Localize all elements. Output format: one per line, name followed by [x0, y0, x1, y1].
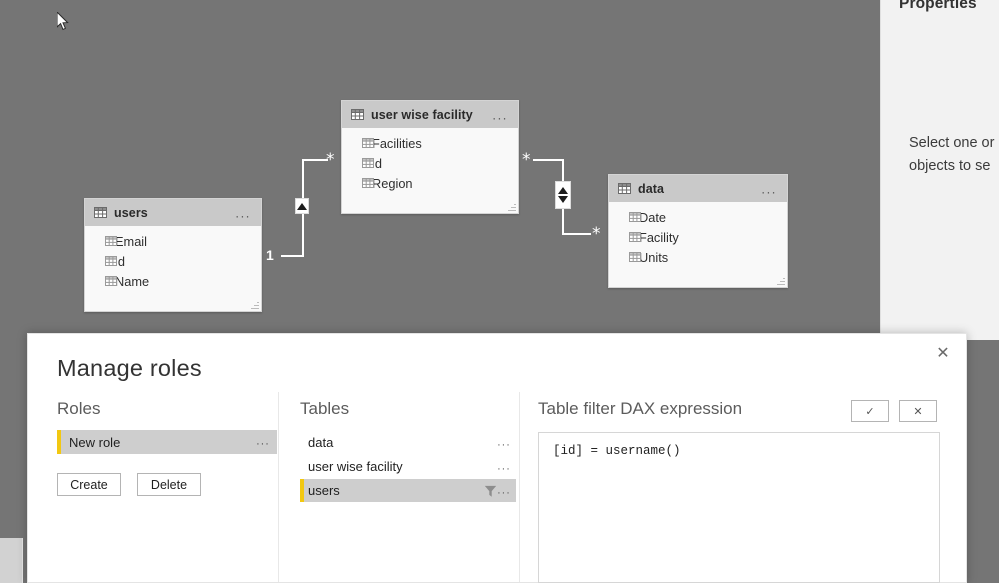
- table-card-menu-icon[interactable]: ...: [235, 206, 251, 219]
- properties-empty-state: Select one or objects to se: [909, 132, 994, 178]
- field-row[interactable]: Email: [85, 231, 261, 251]
- cardinality-many-marker: *: [592, 224, 601, 244]
- arrow-up-icon: [297, 202, 307, 210]
- table-card-header[interactable]: users ...: [85, 199, 261, 226]
- column-grid-icon: [352, 178, 374, 188]
- properties-pane: Properties Select one or objects to se: [880, 0, 999, 340]
- cross-filter-direction-both-icon[interactable]: [555, 181, 571, 209]
- table-card-title: user wise facility: [371, 107, 473, 122]
- roles-column-heading: Roles: [57, 399, 101, 418]
- filter-funnel-icon: [484, 484, 497, 497]
- field-label: Email: [115, 233, 147, 249]
- cardinality-many-marker: *: [522, 150, 531, 170]
- arrow-down-icon: [558, 196, 568, 203]
- dax-expression-editor[interactable]: [id] = username(): [538, 432, 940, 583]
- table-list-item-data[interactable]: data ...: [300, 431, 516, 454]
- column-grid-icon: [352, 158, 374, 168]
- table-list-item-user-wise-facility[interactable]: user wise facility ...: [300, 455, 516, 478]
- column-grid-icon: [619, 252, 641, 262]
- table-item-label: data: [308, 435, 334, 450]
- arrow-up-icon: [558, 187, 568, 194]
- field-label: Facilities: [372, 135, 422, 151]
- dialog-title: Manage roles: [57, 355, 202, 381]
- resize-grip-icon[interactable]: [251, 301, 259, 309]
- column-grid-icon: [95, 256, 117, 266]
- column-grid-icon: [619, 212, 641, 222]
- table-card-header[interactable]: user wise facility ...: [342, 101, 518, 128]
- table-card-user-wise-facility[interactable]: user wise facility ... Facilities id Reg…: [341, 100, 519, 214]
- resize-grip-icon[interactable]: [777, 277, 785, 285]
- tables-dax-divider: [519, 392, 520, 582]
- table-card-fields: Facilities id Region: [342, 128, 518, 201]
- rel-segment: [533, 159, 564, 161]
- field-label: Date: [639, 209, 667, 225]
- table-item-menu-icon[interactable]: ...: [497, 437, 511, 448]
- rel-segment: [281, 255, 304, 257]
- table-grid-icon: [94, 207, 107, 218]
- rel-segment: [562, 233, 591, 235]
- table-item-menu-icon[interactable]: ...: [497, 461, 511, 472]
- horizontal-scrollbar[interactable]: [0, 538, 22, 583]
- role-item-menu-icon[interactable]: ...: [256, 436, 270, 448]
- table-item-label: user wise facility: [308, 459, 403, 474]
- field-label: Name: [115, 273, 150, 289]
- table-item-menu-icon[interactable]: ...: [497, 485, 511, 496]
- properties-empty-line-2: objects to se: [909, 158, 991, 174]
- field-row[interactable]: Facilities: [342, 133, 518, 153]
- dax-expression-text: [id] = username(): [553, 444, 681, 458]
- table-item-label: users: [308, 483, 340, 498]
- field-row[interactable]: Region: [342, 173, 518, 193]
- table-card-menu-icon[interactable]: ...: [492, 108, 508, 121]
- field-row[interactable]: id: [342, 153, 518, 173]
- table-grid-icon: [618, 183, 631, 194]
- table-card-fields: Email id Name: [85, 226, 261, 299]
- dax-action-buttons: ✓ ✕: [851, 400, 937, 422]
- roles-tables-divider: [278, 392, 279, 582]
- table-card-fields: Date Facility Units: [609, 202, 787, 275]
- dax-accept-button[interactable]: ✓: [851, 400, 889, 422]
- field-label: Region: [372, 175, 413, 191]
- field-label: Units: [639, 249, 669, 265]
- column-grid-icon: [95, 236, 117, 246]
- rel-segment: [302, 159, 328, 161]
- dax-cancel-button[interactable]: ✕: [899, 400, 937, 422]
- table-list-item-users[interactable]: users ...: [300, 479, 516, 502]
- field-row[interactable]: Name: [85, 271, 261, 291]
- cardinality-many-marker: *: [326, 150, 335, 170]
- mouse-cursor: [56, 10, 71, 32]
- role-item-label: New role: [69, 434, 121, 450]
- field-row[interactable]: id: [85, 251, 261, 271]
- column-grid-icon: [95, 276, 117, 286]
- roles-button-row: Create Delete: [57, 473, 201, 496]
- table-card-menu-icon[interactable]: ...: [761, 182, 777, 195]
- delete-role-button[interactable]: Delete: [137, 473, 201, 496]
- scrollbar-divider: [22, 538, 23, 583]
- table-card-header[interactable]: data ...: [609, 175, 787, 202]
- table-card-data[interactable]: data ... Date Facility Units: [608, 174, 788, 288]
- resize-grip-icon[interactable]: [508, 203, 516, 211]
- column-grid-icon: [352, 138, 374, 148]
- dax-column-heading: Table filter DAX expression: [538, 399, 743, 418]
- column-grid-icon: [619, 232, 641, 242]
- field-row[interactable]: Date: [609, 207, 787, 227]
- field-row[interactable]: Facility: [609, 227, 787, 247]
- properties-empty-line-1: Select one or: [909, 135, 995, 151]
- table-card-users[interactable]: users ... Email id Name: [84, 198, 262, 312]
- table-grid-icon: [351, 109, 364, 120]
- field-label: Facility: [639, 229, 679, 245]
- close-icon[interactable]: ✕: [928, 338, 958, 366]
- create-role-button[interactable]: Create: [57, 473, 121, 496]
- field-row[interactable]: Units: [609, 247, 787, 267]
- table-card-title: data: [638, 181, 665, 196]
- cross-filter-direction-single-icon[interactable]: [295, 198, 309, 214]
- cardinality-one-marker: 1: [266, 247, 274, 263]
- properties-pane-title: Properties: [899, 0, 977, 12]
- role-list-item-new-role[interactable]: New role ...: [57, 430, 277, 454]
- power-bi-model-view: * 1 * * users ... Email id Name user wis…: [0, 0, 999, 583]
- tables-column-heading: Tables: [300, 399, 350, 418]
- table-card-title: users: [114, 205, 148, 220]
